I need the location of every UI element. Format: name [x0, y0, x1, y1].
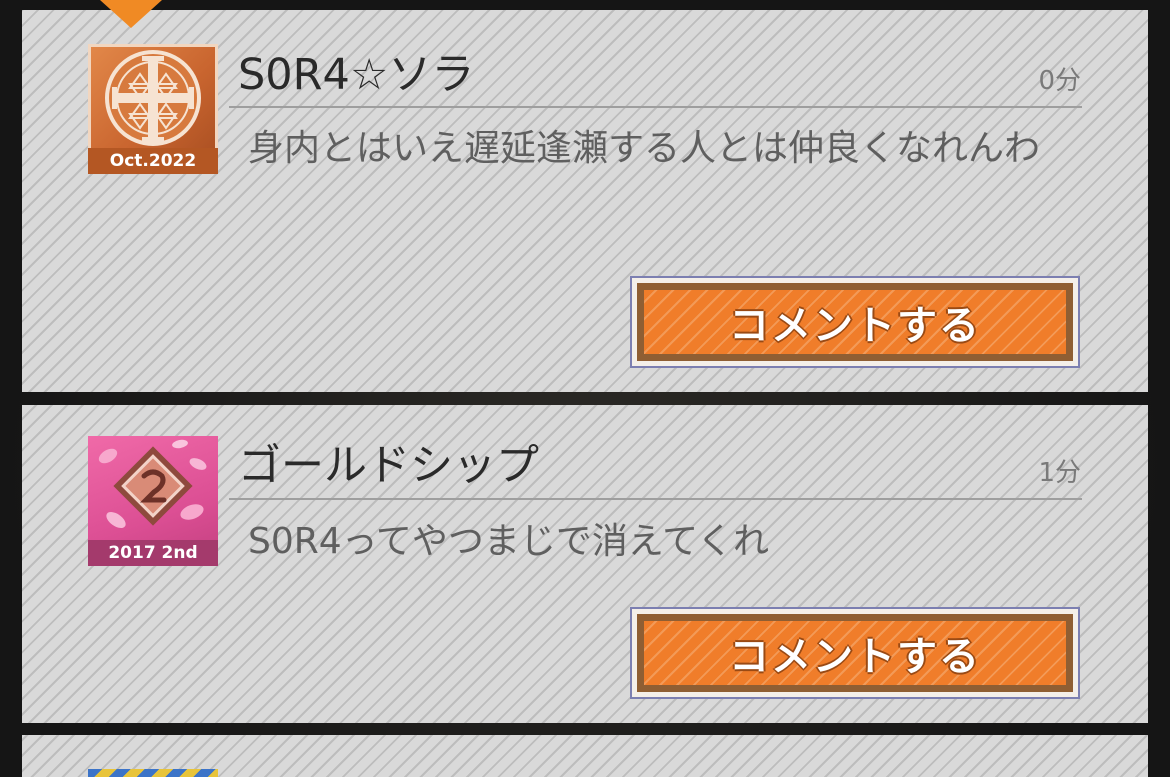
comment-text: 身内とはいえ遅延逢瀬する人とは仲良くなれんわ	[248, 128, 1041, 169]
comment-button[interactable]: コメントする	[630, 276, 1080, 368]
comment-button-face[interactable]: コメントする	[637, 283, 1073, 361]
comment-button-label: コメントする	[729, 303, 981, 349]
post-time: 1分	[1038, 458, 1081, 488]
comment-button[interactable]: コメントする	[630, 607, 1080, 699]
comment-card	[22, 735, 1148, 777]
comment-button-face[interactable]: コメントする	[637, 614, 1073, 692]
comment-button-label: コメントする	[729, 634, 981, 680]
comment-text: S0R4ってやつまじで消えてくれ	[248, 521, 769, 562]
comment-card: 2017 2nd ゴールドシップ 1分 S0R4ってやつまじで消えてくれ コメン…	[22, 405, 1148, 723]
sakura-emblem-icon	[98, 439, 207, 528]
header-divider	[229, 106, 1082, 108]
trainer-badge-icon[interactable]: Oct.2022	[88, 44, 218, 174]
trainer-badge-icon[interactable]: 2017 2nd	[88, 436, 218, 566]
author-name[interactable]: S0R4☆ソラ	[238, 54, 474, 97]
post-time: 0分	[1038, 66, 1081, 96]
badge-caption: Oct.2022	[88, 148, 218, 174]
comment-card: Oct.2022 S0R4☆ソラ 0分 身内とはいえ遅延逢瀬する人とは仲良くなれ…	[22, 10, 1148, 392]
badge-caption: 2017 2nd	[88, 540, 218, 566]
emblem-cross-icon	[105, 50, 201, 146]
comment-feed: Oct.2022 S0R4☆ソラ 0分 身内とはいえ遅延逢瀬する人とは仲良くなれ…	[0, 0, 1170, 777]
selection-pointer-icon	[100, 0, 162, 28]
header-divider	[229, 498, 1082, 500]
author-name[interactable]: ゴールドシップ	[238, 445, 539, 488]
trainer-badge-icon[interactable]	[88, 769, 218, 777]
